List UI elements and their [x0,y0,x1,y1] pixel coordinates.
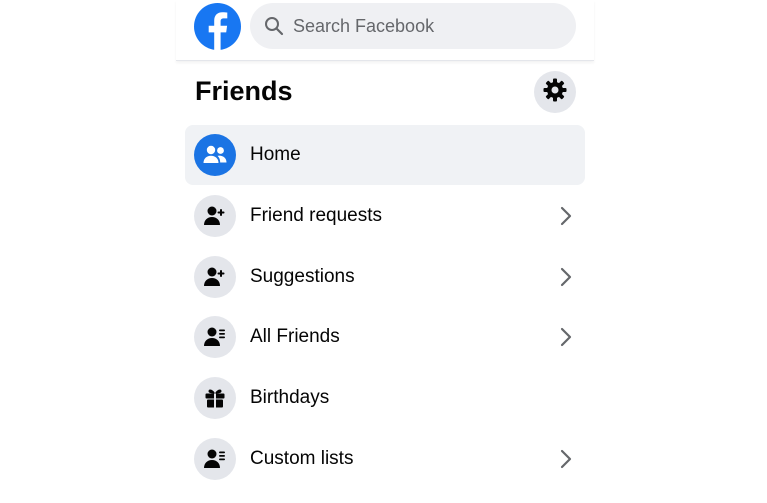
sidebar-item-custom-lists[interactable]: Custom lists [185,429,585,489]
sidebar-item-suggestions[interactable]: Suggestions [185,247,585,307]
sidebar-item-label: Birthdays [250,387,330,408]
sidebar-item-label: All Friends [250,326,340,347]
chevron-right-icon [560,206,572,226]
settings-button[interactable] [534,71,576,113]
person-add-icon [194,256,236,298]
friends-icon [194,134,236,176]
person-add-icon [194,195,236,237]
gear-icon [543,78,567,107]
gift-icon [194,377,236,419]
chevron-right-icon [560,449,572,469]
search-placeholder: Search Facebook [293,15,435,36]
sidebar-item-birthdays[interactable]: Birthdays [185,368,585,428]
sidebar-item-friend-requests[interactable]: Friend requests [185,186,585,246]
sidebar-item-all-friends[interactable]: All Friends [185,307,585,367]
person-list-icon [194,316,236,358]
sidebar-item-label: Friend requests [250,205,383,226]
facebook-logo-icon[interactable] [194,3,241,50]
search-input[interactable]: Search Facebook [250,3,576,49]
page-title: Friends [195,76,293,106]
person-list-icon [194,438,236,480]
sidebar-item-label: Suggestions [250,266,355,287]
chevron-right-icon [560,267,572,287]
sidebar-item-label: Custom lists [250,448,354,469]
search-icon [264,16,284,36]
chevron-right-icon [560,327,572,347]
sidebar-item-label: Home [250,144,301,165]
sidebar-item-home[interactable]: Home [185,125,585,185]
